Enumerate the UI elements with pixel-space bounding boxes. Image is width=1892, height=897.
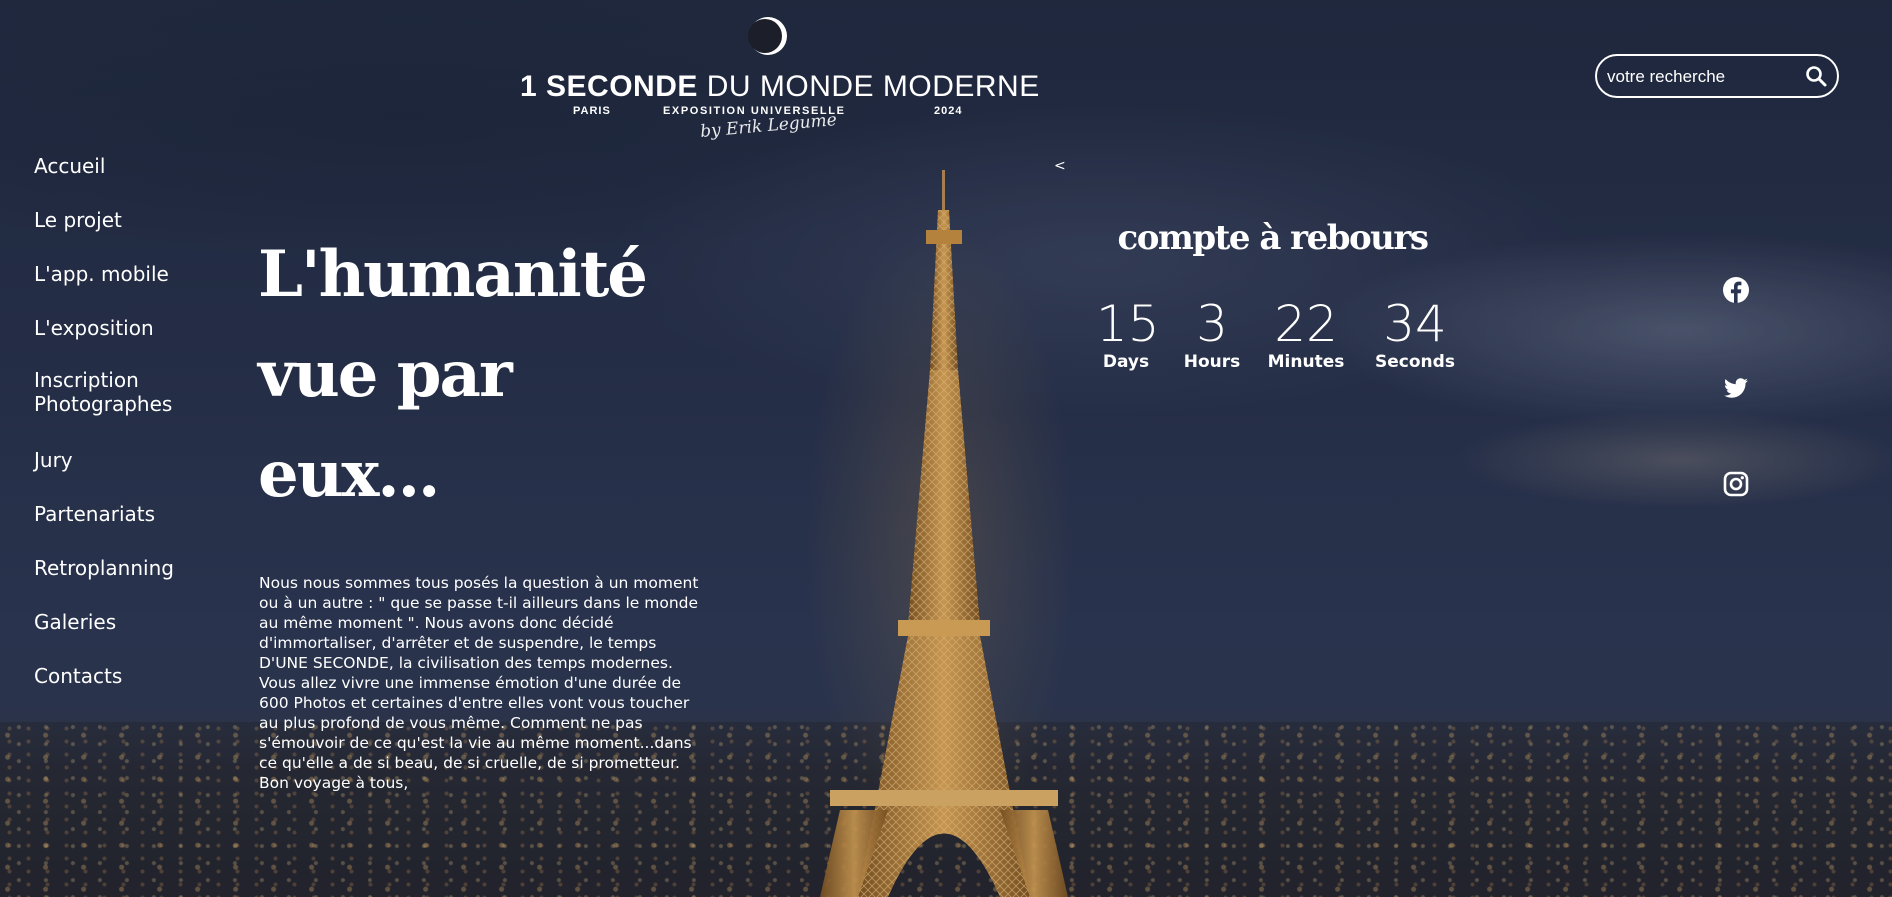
countdown-value: 22 <box>1274 295 1338 353</box>
countdown-label: Seconds <box>1375 352 1455 372</box>
countdown-minutes: 22 Minutes <box>1264 296 1348 372</box>
nav-item-contacts[interactable]: Contacts <box>34 664 122 688</box>
countdown-value: 15 <box>1096 295 1160 353</box>
twitter-icon[interactable] <box>1722 374 1750 402</box>
countdown-label: Minutes <box>1267 352 1345 372</box>
nav-item-partenariats[interactable]: Partenariats <box>34 502 155 526</box>
slider-prev-arrow[interactable]: < <box>1054 158 1066 174</box>
eclipse-icon <box>748 17 787 55</box>
nav-item-label: Inscription <box>34 368 139 392</box>
facebook-icon[interactable] <box>1722 276 1750 304</box>
logo-year: 2024 <box>934 105 963 117</box>
hero-title-line: L'humanité <box>258 237 648 312</box>
logo-city: PARIS <box>573 105 611 117</box>
countdown-title: compte à rebours <box>1117 218 1429 258</box>
nav-item-app-mobile[interactable]: L'app. mobile <box>34 262 169 286</box>
countdown-value: 3 <box>1196 295 1228 353</box>
nav-item-retroplanning[interactable]: Retroplanning <box>34 556 174 580</box>
search-box[interactable] <box>1595 54 1839 98</box>
nav-item-galeries[interactable]: Galeries <box>34 610 116 634</box>
hero-description: Nous nous sommes tous posés la question … <box>259 574 699 792</box>
nav-item-exposition[interactable]: L'exposition <box>34 316 154 340</box>
nav-item-jury[interactable]: Jury <box>34 448 73 472</box>
logo-title: 1 SECONDE DU MONDE MODERNE <box>520 70 1040 103</box>
hero-title: L'humanité vue par eux... <box>258 225 648 525</box>
countdown-hours: 3 Hours <box>1182 296 1242 372</box>
countdown-seconds: 34 Seconds <box>1370 296 1460 372</box>
hero-title-line: eux... <box>258 437 440 512</box>
nav-item-label: Photographes <box>34 392 173 416</box>
countdown-label: Days <box>1102 352 1150 372</box>
nav-item-le-projet[interactable]: Le projet <box>34 208 122 232</box>
search-icon[interactable] <box>1804 64 1828 88</box>
countdown-days: 15 Days <box>1096 295 1160 372</box>
hero-title-line: vue par <box>258 337 513 412</box>
instagram-icon[interactable] <box>1722 470 1750 498</box>
countdown-label: Hours <box>1183 352 1241 372</box>
site-logo[interactable]: 1 SECONDE DU MONDE MODERNE PARIS EXPOSIT… <box>520 12 1040 144</box>
nav-item-accueil[interactable]: Accueil <box>34 154 105 178</box>
countdown-value: 34 <box>1383 295 1447 353</box>
search-input[interactable] <box>1607 65 1797 89</box>
nav-item-inscription-photographes[interactable]: Inscription Photographes <box>34 368 172 416</box>
